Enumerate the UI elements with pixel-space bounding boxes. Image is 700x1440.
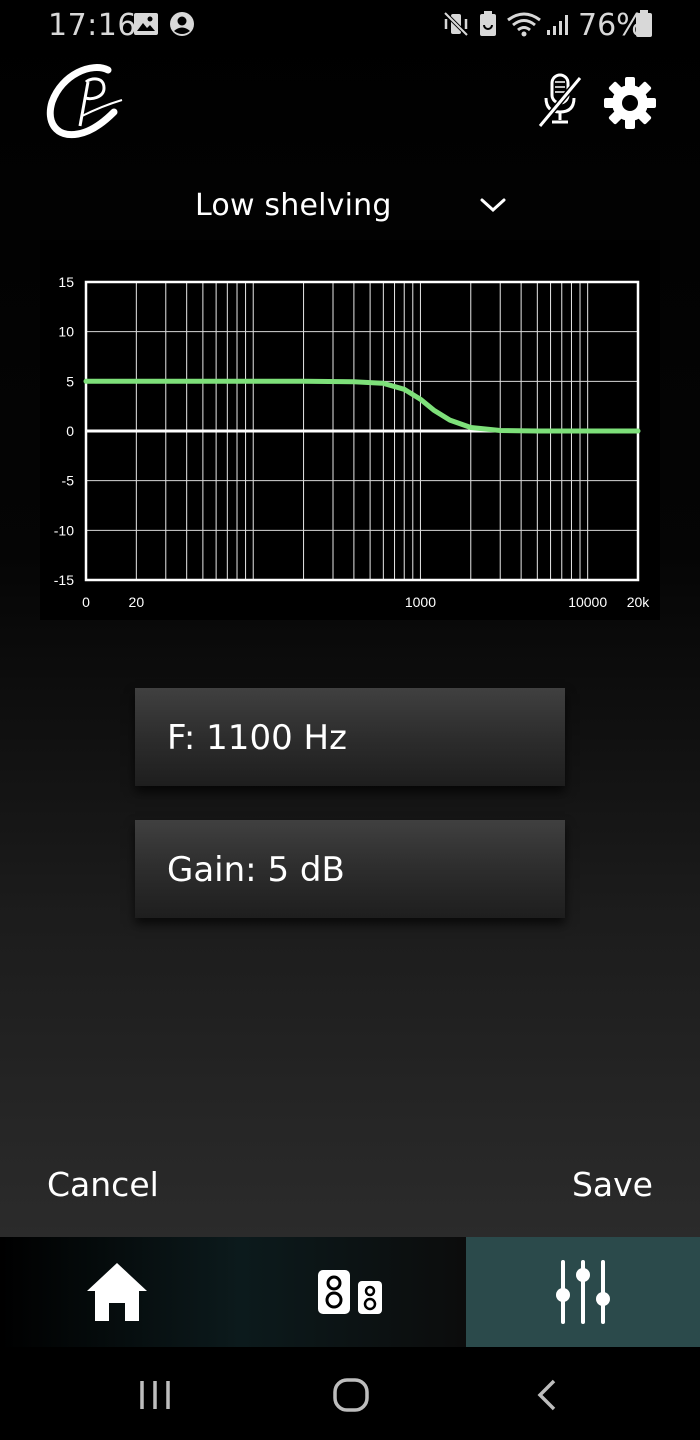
home-icon [87,1263,147,1321]
y-tick-label: 0 [66,423,74,439]
gain-label: Gain: 5 dB [167,850,345,890]
battery-icon [636,10,652,37]
wifi-icon [507,12,541,37]
gain-button[interactable]: Gain: 5 dB [135,820,565,918]
bottom-tab-bar [0,1237,700,1347]
recent-apps-icon[interactable] [138,1379,172,1411]
y-tick-label: -15 [54,572,74,588]
eq-response-chart: 15 10 5 0 -5 -10 -15 0 20 1000 10000 20k [40,240,660,620]
app-logo [46,64,123,139]
battery-saver-icon [480,11,496,36]
tab-equalizer[interactable] [466,1237,700,1347]
gear-icon[interactable] [603,76,657,130]
x-tick-label: 1000 [405,594,436,610]
status-bar: 17:16 76% [0,0,700,50]
x-tick-label: 0 [82,594,90,610]
signal-icon [547,15,568,35]
back-icon[interactable] [534,1377,560,1413]
chevron-down-icon [480,198,506,213]
home-nav-icon[interactable] [332,1377,370,1413]
gallery-icon [134,13,158,35]
save-button[interactable]: Save [572,1165,653,1204]
y-tick-label: 10 [58,324,74,340]
filter-type-dropdown[interactable]: Low shelving [180,180,520,230]
x-tick-label: 20k [627,594,651,610]
y-tick-label: -10 [54,522,74,538]
y-tick-label: -5 [62,473,75,489]
x-tick-label: 10000 [568,594,607,610]
speakers-icon [318,1270,382,1314]
microphone-off-icon[interactable] [534,72,586,128]
y-tick-label: 5 [66,373,74,389]
frequency-label: F: 1100 Hz [167,718,347,758]
filter-type-value: Low shelving [195,188,392,223]
x-tick-label: 20 [129,594,145,610]
y-tick-label: 15 [58,274,74,290]
tab-home[interactable] [0,1237,233,1347]
status-time: 17:16 [48,8,137,43]
account-circle-icon [170,12,194,36]
vibrate-mute-icon [443,11,469,37]
frequency-button[interactable]: F: 1100 Hz [135,688,565,786]
equalizer-sliders-icon [556,1260,610,1324]
tab-speakers[interactable] [233,1237,466,1347]
cancel-button[interactable]: Cancel [47,1165,159,1204]
system-navigation-bar [0,1347,700,1440]
